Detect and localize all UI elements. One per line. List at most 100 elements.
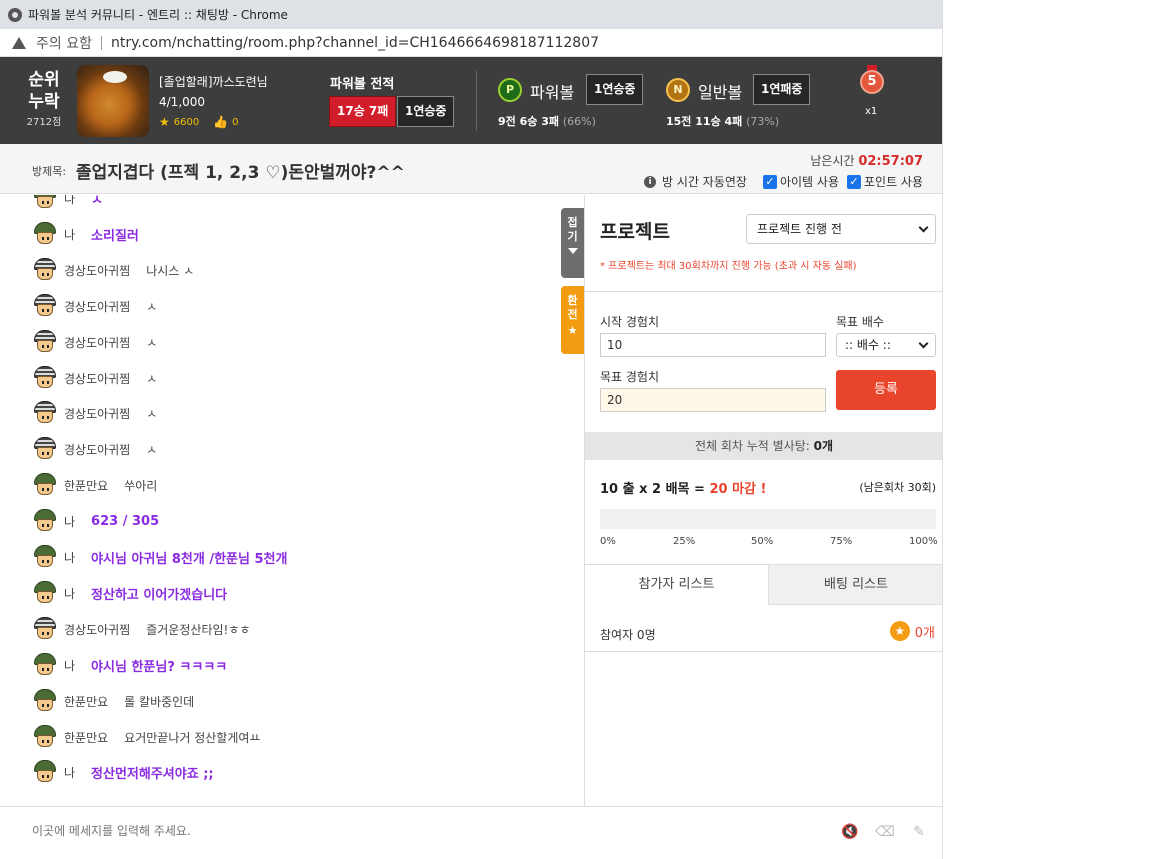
avatar[interactable] <box>32 759 58 785</box>
message-text: 야시님 한푼님? ㅋㅋㅋㅋ <box>91 659 228 675</box>
message-nickname[interactable]: 나 <box>64 764 75 781</box>
message-text: 소리질러 <box>91 228 139 244</box>
item-use-checkbox[interactable]: ✓ <box>762 174 777 189</box>
message-nickname[interactable]: 나 <box>64 585 75 602</box>
avatar[interactable] <box>32 580 58 606</box>
address-bar[interactable]: 주의 요함 ntry.com/nchatting/room.php?channe… <box>0 29 942 57</box>
target-mult-select[interactable]: :: 배수 :: <box>836 333 936 357</box>
message-nickname[interactable]: 한푼만요 <box>64 693 108 710</box>
normalball-icon: N <box>666 78 690 102</box>
point-use-checkbox[interactable]: ✓ <box>846 174 861 189</box>
target-exp-input[interactable]: 20 <box>600 388 826 412</box>
auto-extend-label[interactable]: 방 시간 자동연장 <box>662 173 747 190</box>
item-use-label[interactable]: 아이템 사용 <box>780 173 839 190</box>
avatar[interactable] <box>32 221 58 247</box>
eraser-icon[interactable]: ⌫ <box>875 823 895 841</box>
project-title: 프로젝트 <box>600 221 670 243</box>
chat-message: 나 정산하고 이어가겠습니다 <box>32 580 227 606</box>
project-status-select[interactable]: 프로젝트 진행 전 <box>746 214 936 244</box>
avatar[interactable] <box>32 544 58 570</box>
tab-betting[interactable]: 배팅 리스트 <box>769 564 942 605</box>
fold-label: 접기 <box>567 216 578 243</box>
message-nickname[interactable]: 경상도아귀찜 <box>64 370 130 387</box>
message-nickname[interactable]: 경상도아귀찜 <box>64 298 130 315</box>
message-nickname[interactable]: 경상도아귀찜 <box>64 405 130 422</box>
profile-avatar[interactable] <box>77 65 149 137</box>
avatar[interactable] <box>32 293 58 319</box>
message-nickname[interactable]: 나 <box>64 657 75 674</box>
warning-icon[interactable] <box>12 36 26 49</box>
chat-message: 나 야시님 한푼님? ㅋㅋㅋㅋ <box>32 652 227 678</box>
register-button[interactable]: 등록 <box>836 370 936 410</box>
avatar[interactable] <box>32 365 58 391</box>
normalball-summary-text: 15전 11승 4패 <box>666 115 743 128</box>
message-nickname[interactable]: 경상도아귀찜 <box>64 621 130 638</box>
message-text: ㅅ <box>146 299 158 314</box>
chrome-icon <box>8 7 22 22</box>
progress-tick-0: 0% <box>600 536 616 547</box>
url-text[interactable]: ntry.com/nchatting/room.php?channel_id=C… <box>111 35 599 51</box>
chat-message: 한푼만요 쑤아리 <box>32 472 157 498</box>
avatar[interactable] <box>32 472 58 498</box>
magic-wand-icon[interactable]: ✎ <box>909 823 929 841</box>
message-nickname[interactable]: 한푼만요 <box>64 729 108 746</box>
window-title: 파워볼 분석 커뮤니티 - 엔트리 :: 채팅방 - Chrome <box>28 8 288 22</box>
avatar[interactable] <box>32 400 58 426</box>
message-nickname[interactable]: 경상도아귀찜 <box>64 262 130 279</box>
fold-button[interactable]: 접기 <box>561 208 584 278</box>
message-text: 쑤아리 <box>124 478 158 493</box>
avatar[interactable] <box>32 436 58 462</box>
message-input[interactable] <box>32 824 632 838</box>
chat-message: 경상도아귀찜 즐거운정산타임!ㅎㅎ <box>32 616 250 642</box>
progress-tick-50: 50% <box>751 536 774 547</box>
message-nickname[interactable]: 경상도아귀찜 <box>64 334 130 351</box>
info-icon[interactable]: i <box>644 175 657 188</box>
message-nickname[interactable]: 나 <box>64 195 75 207</box>
start-exp-input[interactable]: 10 <box>600 333 826 357</box>
medal-icon[interactable]: 5 <box>859 65 885 95</box>
record-streak-badge: 1연승중 <box>397 96 455 127</box>
room-header: 방제목: 졸업지겹다 (프젝 1, 2,3 ♡)돈안벌꺼야?^^ 남은시간 02… <box>0 144 942 194</box>
avatar[interactable] <box>32 508 58 534</box>
message-nickname[interactable]: 나 <box>64 226 75 243</box>
avatar[interactable] <box>32 652 58 678</box>
progress-tick-25: 25% <box>673 536 696 547</box>
security-label[interactable]: 주의 요함 <box>36 33 92 53</box>
star-total: ★ 0개 <box>889 621 935 641</box>
chat-message: 경상도아귀찜 ㅅ <box>32 436 157 462</box>
mute-icon[interactable]: 🔇 <box>840 823 860 841</box>
point-use-label[interactable]: 포인트 사용 <box>864 173 923 190</box>
message-text: 요거만끝나거 정산할게여ㅛ <box>124 730 261 745</box>
rank-label: 순위 <box>28 70 60 90</box>
message-text: 야시님 아귀님 8천개 /한푼님 5천개 <box>91 551 288 567</box>
exchange-label: 환전 <box>567 294 578 321</box>
message-text: 정산먼저해주셔야죠 ;; <box>91 766 214 782</box>
chevron-down-icon <box>918 338 929 349</box>
chat-message-list[interactable]: 나 ㅅ 나 소리질러 경상도아귀찜 나시스 ㅅ 경상도아귀찜 ㅅ 경상도아귀찜 ㅅ 경상도아귀찜 ㅅ 경… <box>0 195 585 806</box>
total-value: 0개 <box>813 439 834 453</box>
avatar[interactable] <box>32 616 58 642</box>
exchange-button[interactable]: 환전 ★ <box>561 286 584 354</box>
message-nickname[interactable]: 한푼만요 <box>64 477 108 494</box>
remaining-time-value: 02:57:07 <box>858 154 923 169</box>
formula-start: 10 출 <box>600 482 635 497</box>
powerball-streak: 1연승중 <box>586 74 644 105</box>
normalball-summary: 15전 11승 4패 (73%) <box>666 113 779 129</box>
message-input-bar: 🔇 ⌫ ✎ <box>0 806 942 859</box>
avatar[interactable] <box>32 257 58 283</box>
message-nickname[interactable]: 나 <box>64 513 75 530</box>
avatar[interactable] <box>32 724 58 750</box>
avatar[interactable] <box>32 688 58 714</box>
progress-tick-100: 100% <box>909 536 938 547</box>
chevron-down-icon <box>918 222 929 233</box>
username[interactable]: [졸업할래]까스도련님 <box>159 73 268 90</box>
remaining-rounds: (남은회차 30회) <box>859 481 936 494</box>
avatar[interactable] <box>32 329 58 355</box>
message-nickname[interactable]: 경상도아귀찜 <box>64 441 130 458</box>
tab-participants[interactable]: 참가자 리스트 <box>585 564 769 605</box>
message-nickname[interactable]: 나 <box>64 549 75 566</box>
total-label: 전체 회차 누적 별사탕: <box>694 439 810 453</box>
avatar[interactable] <box>32 195 58 211</box>
user-stats: ★ 6600 👍 0 <box>159 115 239 129</box>
message-text: 623 / 305 <box>91 513 160 529</box>
